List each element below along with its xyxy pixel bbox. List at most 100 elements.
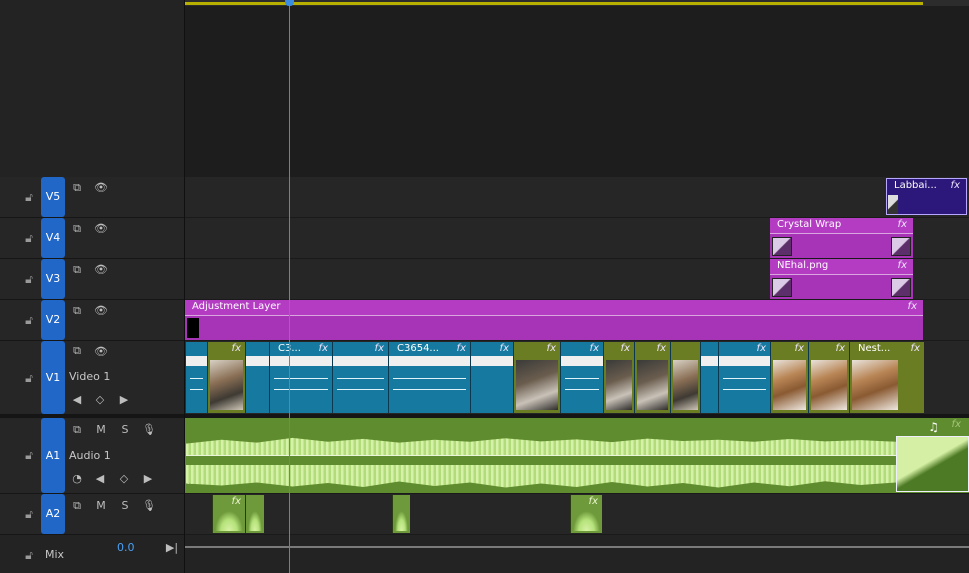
video-clip[interactable]: fx [470,342,513,413]
clip-labbai[interactable]: Labbai... fx [886,178,967,215]
lock-icon[interactable]: 🔓︎ [23,190,35,204]
fx-badge: fx [620,343,630,354]
lock-icon[interactable]: 🔓︎ [23,371,35,385]
fx-badge: fx [589,343,599,354]
lane-v2[interactable]: Adjustment Layer fx [185,300,969,341]
fx-badge: fx [951,419,961,430]
audio-clip[interactable]: fx [212,495,245,533]
audio-clip[interactable] [245,495,264,533]
video-clip-c3654[interactable]: C3654... fx [388,342,470,413]
transition-out[interactable] [891,278,911,297]
fx-badge: fx [897,219,907,230]
audio-clip[interactable]: fx [570,495,602,533]
work-area-bar[interactable] [185,2,923,5]
next-keyframe-icon[interactable]: ▶ [117,394,131,406]
video-clip[interactable]: fx [634,342,670,413]
track-target-v1[interactable]: V1 [41,341,65,414]
header-divider [184,0,185,573]
lock-icon[interactable]: 🔓︎ [23,507,35,521]
eye-icon[interactable]: 👁︎ [94,346,108,358]
lock-icon[interactable]: 🔓︎ [23,272,35,286]
solo-button[interactable]: S [118,500,132,512]
toggle-sync-icon[interactable]: ⧉ [70,345,84,357]
audio-clip[interactable] [392,495,410,533]
transition-marker[interactable] [187,318,199,338]
video-clip[interactable]: fx [207,342,245,413]
clip-label: C3654... [397,343,439,354]
mute-button[interactable]: M [94,500,108,512]
video-clip[interactable]: fx [770,342,808,413]
video-clip[interactable] [245,342,269,413]
track-header-v1: 🔓︎ V1 ⧉ 👁︎ Video 1 ◀ ◇ ▶ [0,341,184,415]
keyframe-nav-icon[interactable]: ◔ [70,473,84,485]
toggle-sync-icon[interactable]: ⧉ [70,500,84,512]
prev-keyframe-icon[interactable]: ◀ [70,394,84,406]
toggle-sync-icon[interactable]: ⧉ [70,264,84,276]
transition-out[interactable] [891,237,911,256]
microphone-icon[interactable]: 🎙︎ [142,500,156,512]
clip-crystal-wrap[interactable]: Crystal Wrap fx [770,218,913,258]
video-clip[interactable]: fx [808,342,849,413]
lane-v5[interactable]: Labbai... fx [185,177,969,218]
microphone-icon[interactable]: 🎙︎ [142,424,156,436]
video-clip[interactable]: fx [603,342,634,413]
video-clip[interactable]: fx [332,342,388,413]
add-keyframe-icon[interactable]: ◇ [117,473,131,485]
playhead-line[interactable] [289,0,290,573]
fx-badge: fx [588,496,598,507]
lane-v4[interactable]: Crystal Wrap fx [185,218,969,259]
track-target-v4[interactable]: V4 [41,218,65,258]
mix-volume-line[interactable] [185,546,969,548]
lock-icon[interactable]: 🔓︎ [23,313,35,327]
video-clip-nest[interactable]: Nest... fx [849,342,924,413]
toggle-sync-icon[interactable]: ⧉ [70,305,84,317]
fx-badge: fx [950,180,960,191]
mix-volume-value[interactable]: 0.0 [117,541,135,554]
next-keyframe-icon[interactable]: ▶ [141,473,155,485]
lock-icon[interactable]: 🔓︎ [23,548,35,562]
clip-nehal[interactable]: NEhal.png fx [770,259,913,299]
mute-button[interactable]: M [94,424,108,436]
track-target-v2[interactable]: V2 [41,300,65,340]
transition-in[interactable] [772,278,792,297]
audio-transition[interactable] [896,436,969,492]
toggle-sync-icon[interactable]: ⧉ [70,182,84,194]
track-target-v3[interactable]: V3 [41,259,65,299]
eye-icon[interactable]: 👁︎ [94,223,108,235]
track-target-a2[interactable]: A2 [41,494,65,534]
volume-line[interactable] [186,455,896,456]
add-keyframe-icon[interactable]: ◇ [93,394,107,406]
prev-keyframe-icon[interactable]: ◀ [93,473,107,485]
lane-mix[interactable] [185,535,969,573]
video-clip[interactable]: fx [560,342,603,413]
track-name[interactable]: Audio 1 [69,449,111,462]
fx-badge: fx [318,343,328,354]
fx-badge: fx [897,260,907,271]
fx-badge: fx [835,343,845,354]
mix-end-icon[interactable]: ▶| [165,542,179,554]
music-note-icon: ♫ [928,420,939,434]
eye-icon[interactable]: 👁︎ [94,182,108,194]
eye-icon[interactable]: 👁︎ [94,305,108,317]
transition-in[interactable] [772,237,792,256]
video-clip[interactable] [185,342,207,413]
lock-icon[interactable]: 🔓︎ [23,231,35,245]
lane-v3[interactable]: NEhal.png fx [185,259,969,300]
eye-icon[interactable]: 👁︎ [94,264,108,276]
video-clip[interactable]: fx [513,342,560,413]
video-clip[interactable]: fx [718,342,770,413]
toggle-sync-icon[interactable]: ⧉ [70,223,84,235]
video-clip[interactable] [670,342,700,413]
toggle-sync-icon[interactable]: ⧉ [70,424,84,436]
track-header-v3: 🔓︎ V3 ⧉ 👁︎ [0,259,184,300]
track-name[interactable]: Video 1 [69,370,110,383]
solo-button[interactable]: S [118,424,132,436]
video-clip[interactable] [700,342,718,413]
clip-adjustment-layer[interactable]: Adjustment Layer fx [185,300,923,340]
track-target-v5[interactable]: V5 [41,177,65,217]
lock-icon[interactable]: 🔓︎ [23,448,35,462]
transition-marker[interactable] [888,195,898,214]
video-clip-c3[interactable]: C3...fx [269,342,332,413]
fx-badge: fx [374,343,384,354]
track-target-a1[interactable]: A1 [41,418,65,493]
